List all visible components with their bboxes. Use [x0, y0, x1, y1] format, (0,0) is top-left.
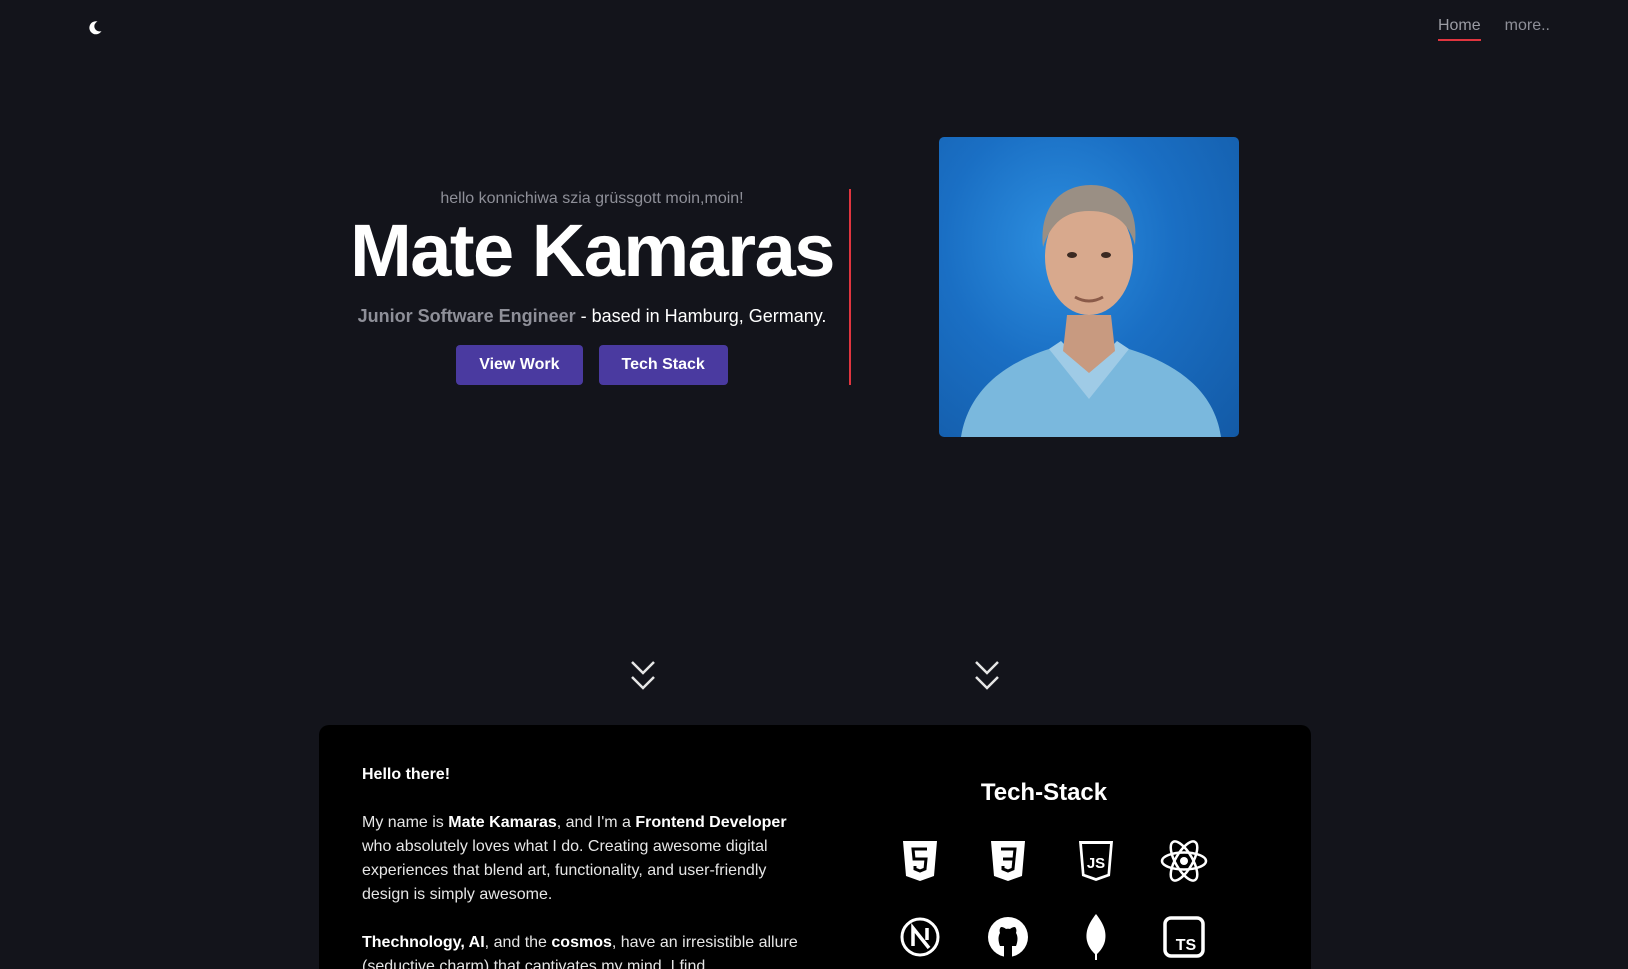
- portrait-photo: [939, 137, 1239, 437]
- hero-name: Mate Kamaras: [350, 209, 835, 292]
- bold-role: Frontend Developer: [635, 814, 787, 831]
- portrait-illustration: [961, 185, 1221, 437]
- tech-stack-title: Tech-Stack: [980, 779, 1108, 806]
- hero-location: - based in Hamburg, Germany.: [575, 306, 827, 326]
- double-chevron-down-icon[interactable]: [629, 658, 657, 694]
- double-chevron-down-icon[interactable]: [973, 658, 1001, 694]
- nextjs-icon: [876, 913, 964, 961]
- nav-more-link[interactable]: more..: [1505, 17, 1550, 41]
- top-nav: Home more..: [1437, 17, 1550, 41]
- hero-greeting: hello konnichiwa szia grüssgott moin,moi…: [440, 190, 744, 207]
- nav-home-link[interactable]: Home: [1437, 17, 1481, 41]
- about-text: Hello there! My name is Mate Kamaras, an…: [362, 763, 802, 969]
- svg-text:TS: TS: [1176, 937, 1197, 954]
- about-paragraph-2: Thechnology, AI, and the cosmos, have an…: [362, 931, 802, 969]
- hero-subtitle: Junior Software Engineer - based in Hamb…: [340, 306, 844, 327]
- javascript-icon: JS: [1052, 837, 1140, 885]
- tech-stack-grid: JS TS: [876, 837, 1228, 961]
- tech-stack-button[interactable]: Tech Stack: [598, 345, 728, 385]
- bold-name: Mate Kamaras: [448, 814, 557, 831]
- moon-icon[interactable]: [84, 17, 106, 39]
- svg-text:JS: JS: [1087, 855, 1105, 872]
- portfolio-page: Home more.. hello konnichiwa szia grüssg…: [0, 0, 1628, 969]
- hero-section: hello konnichiwa szia grüssgott moin,moi…: [340, 190, 844, 385]
- mongodb-icon: [1052, 913, 1140, 961]
- bold-interest: cosmos: [551, 934, 612, 951]
- hero-buttons: View Work Tech Stack: [340, 345, 844, 385]
- about-paragraph-1: My name is Mate Kamaras, and I'm a Front…: [362, 811, 802, 907]
- about-card: Hello there! My name is Mate Kamaras, an…: [319, 725, 1311, 969]
- hero-divider: [849, 189, 851, 385]
- react-icon: [1140, 837, 1228, 885]
- text-span: My name is: [362, 814, 449, 831]
- about-heading: Hello there!: [362, 766, 451, 783]
- text-span: , and the: [484, 934, 552, 951]
- bold-interest: Thechnology, AI: [362, 934, 485, 951]
- view-work-button[interactable]: View Work: [456, 345, 583, 385]
- html5-icon: [876, 837, 964, 885]
- hero-role: Junior Software Engineer: [357, 306, 576, 326]
- text-span: who absolutely loves what I do. Creating…: [362, 838, 768, 903]
- github-icon: [964, 913, 1052, 961]
- text-span: , and I'm a: [556, 814, 636, 831]
- typescript-icon: TS: [1140, 913, 1228, 961]
- css3-icon: [964, 837, 1052, 885]
